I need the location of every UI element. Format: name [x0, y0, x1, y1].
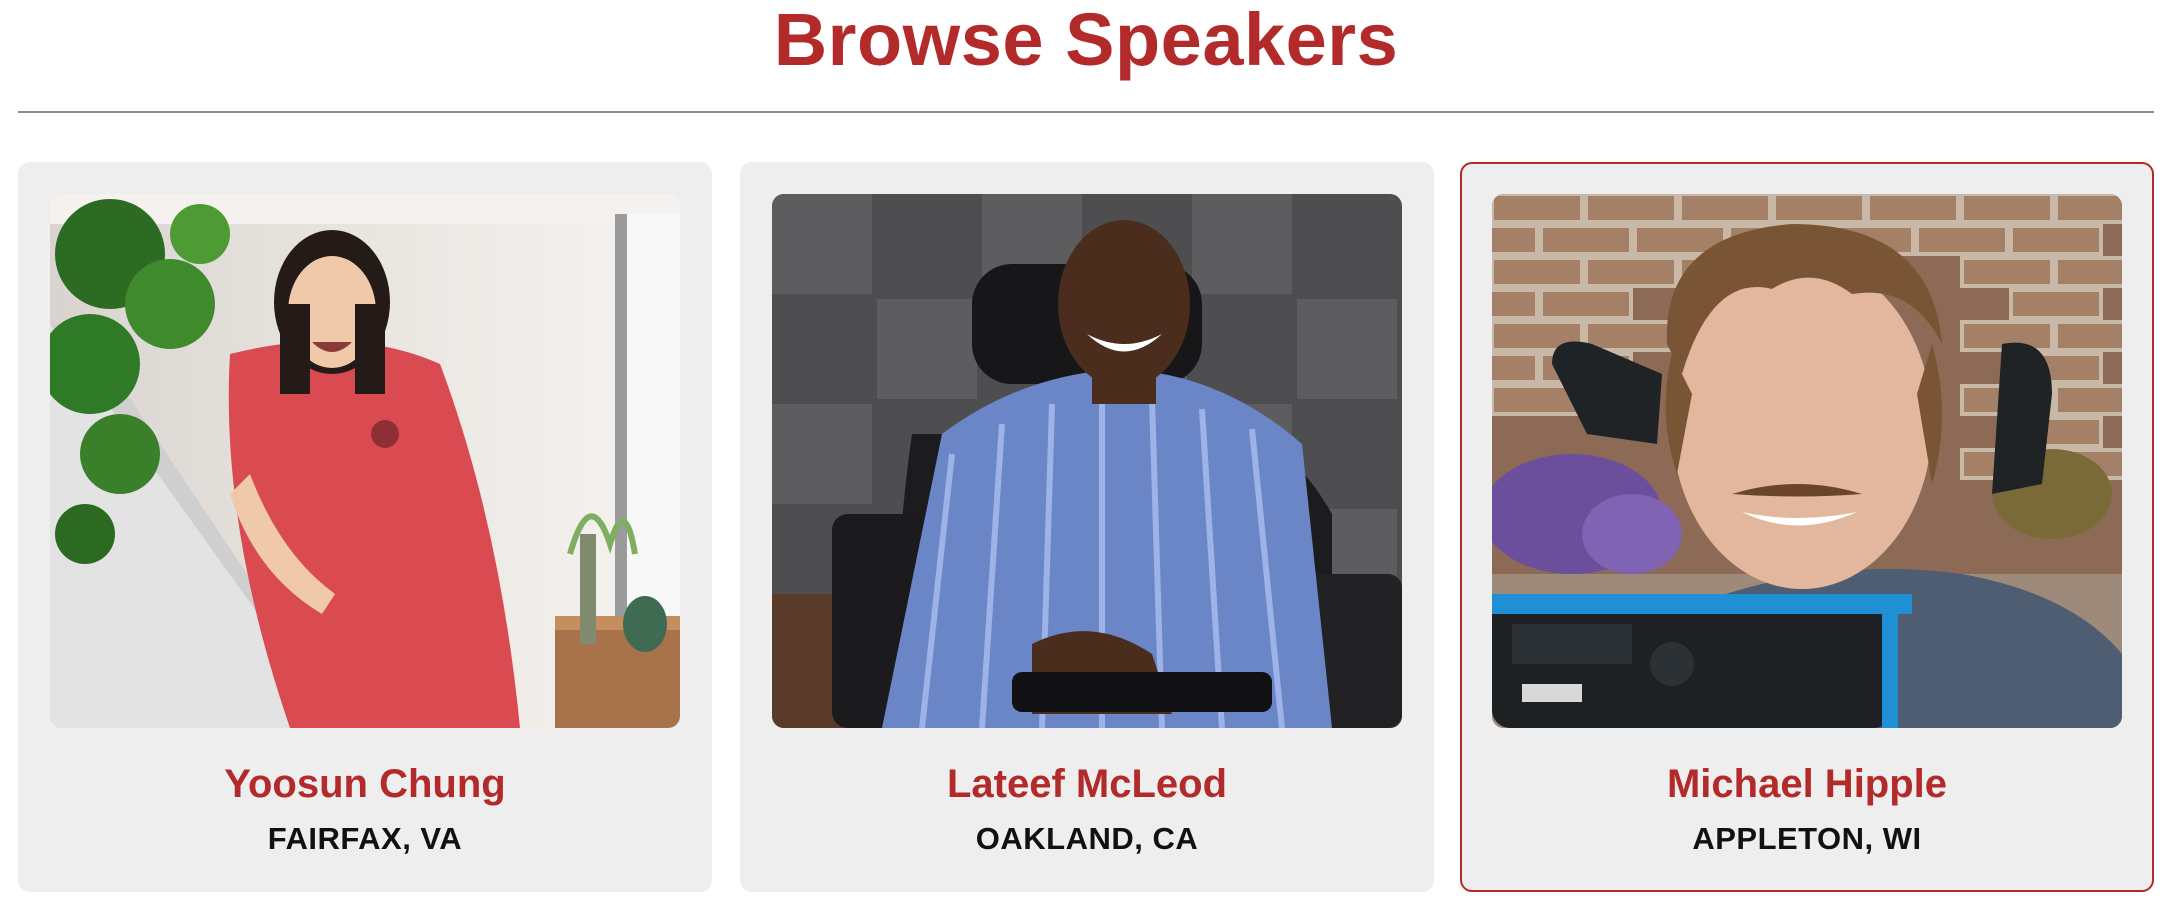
speaker-card[interactable]: Yoosun Chung FAIRFAX, VA [18, 162, 712, 892]
speaker-location: FAIRFAX, VA [267, 821, 463, 856]
speaker-grid: Yoosun Chung FAIRFAX, VA Lateef McLeod O… [18, 162, 2154, 892]
speaker-name[interactable]: Lateef McLeod [740, 760, 1434, 808]
speaker-location: APPLETON, WI [1692, 821, 1922, 856]
speaker-card-selected[interactable]: Michael Hipple APPLETON, WI [1460, 162, 2154, 892]
speaker-name[interactable]: Yoosun Chung [18, 760, 712, 808]
title-divider [18, 111, 2154, 113]
speaker-photo[interactable] [50, 194, 680, 728]
speaker-photo[interactable] [1492, 194, 2122, 728]
speaker-location: OAKLAND, CA [975, 821, 1199, 856]
speaker-photo-image [1492, 194, 2122, 728]
speaker-photo-image [772, 194, 1402, 728]
speaker-card[interactable]: Lateef McLeod OAKLAND, CA [740, 162, 1434, 892]
page-title: Browse Speakers [773, 0, 1399, 81]
speaker-name[interactable]: Michael Hipple [1462, 760, 2152, 808]
speaker-photo-image [50, 194, 680, 728]
speaker-photo[interactable] [772, 194, 1402, 728]
